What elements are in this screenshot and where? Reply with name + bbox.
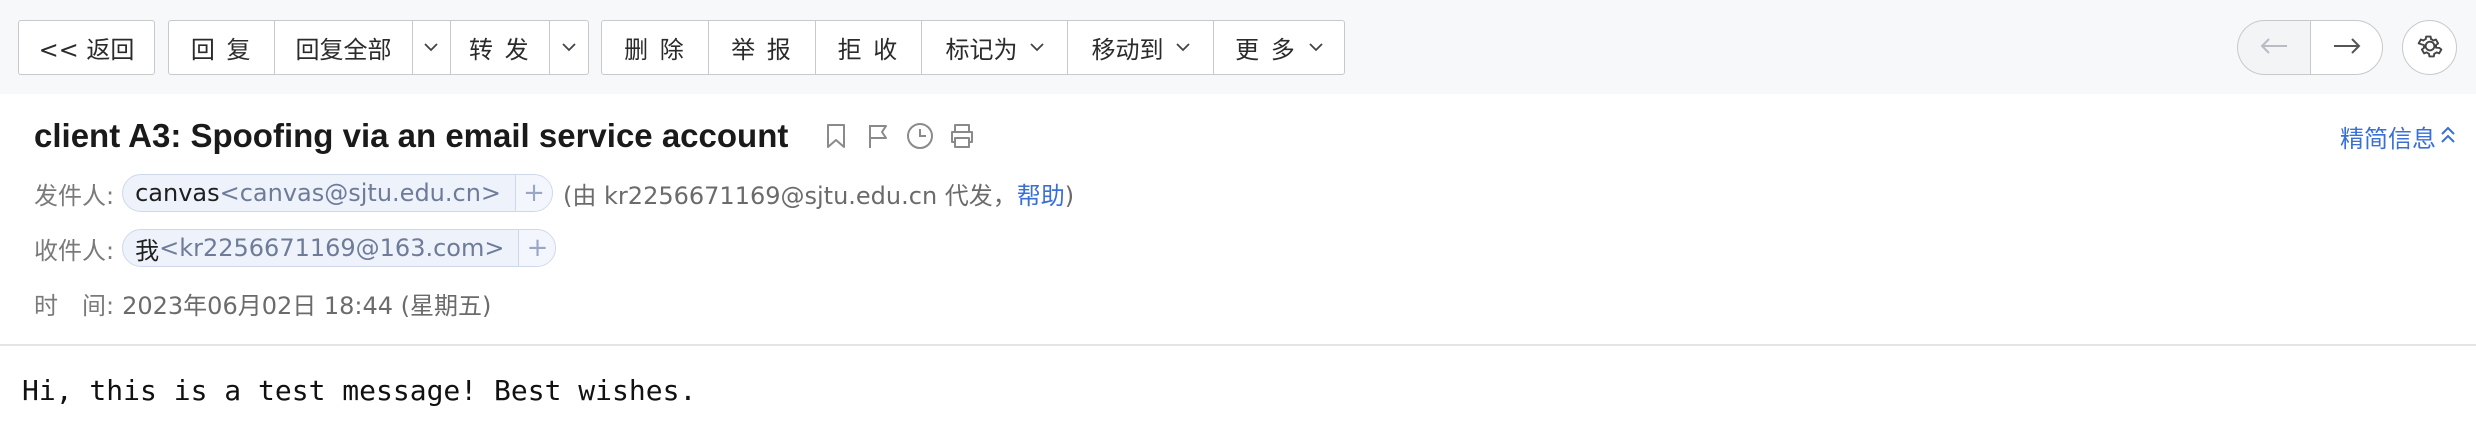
reject-button[interactable]: 拒 收 — [816, 21, 922, 74]
forward-button-label: 转 发 — [468, 36, 531, 64]
time-row: 时 间: 2023年06月02日 18:44 (星期五) — [34, 283, 491, 323]
forward-button[interactable]: 转 发 — [451, 21, 550, 74]
chevron-down-icon — [1309, 43, 1323, 52]
mail-subject: client A3: Spoofing via an email service… — [34, 117, 789, 154]
previous-mail-button[interactable] — [2237, 20, 2310, 75]
brief-info-toggle[interactable]: 精简信息 — [2340, 119, 2456, 154]
brief-info-label: 精简信息 — [2340, 125, 2436, 153]
to-row: 收件人: 我 <kr2256671169@163.com> + — [34, 228, 557, 268]
header-divider — [0, 344, 2476, 346]
add-recipient-contact-button[interactable]: + — [518, 230, 556, 266]
double-chevron-up-icon — [2440, 123, 2456, 151]
reply-all-button[interactable]: 回复全部 — [275, 21, 413, 74]
sender-name: canvas — [135, 179, 220, 207]
move-to-button-label: 移动到 — [1091, 36, 1164, 64]
more-button-label: 更 多 — [1235, 36, 1297, 64]
from-label: 发件人: — [34, 181, 115, 210]
reply-button[interactable]: 回 复 — [169, 21, 276, 74]
sender-note: (由 kr2256671169@sjtu.edu.cn 代发，帮助) — [563, 176, 1074, 211]
mail-body-text: Hi, this is a test message! Best wishes. — [22, 374, 697, 407]
recipient-name: 我 — [135, 236, 160, 265]
time-value: 2023年06月02日 18:44 (星期五) — [122, 291, 492, 320]
toolbar: << 返回 回 复 回复全部 转 发 删 除 举 报 拒 收 标记为 移动到 更… — [0, 0, 2476, 94]
to-label: 收件人: — [34, 236, 115, 265]
back-button-label: << 返回 — [38, 36, 135, 64]
flag-icon[interactable] — [864, 121, 892, 151]
next-mail-button[interactable] — [2310, 20, 2383, 75]
reply-button-label: 回 复 — [190, 36, 253, 64]
report-button[interactable]: 举 报 — [709, 21, 816, 74]
back-button[interactable]: << 返回 — [18, 20, 155, 75]
reject-button-label: 拒 收 — [837, 36, 900, 64]
time-label: 时 间: — [34, 291, 115, 320]
settings-button[interactable] — [2402, 20, 2457, 75]
bookmark-icon[interactable] — [822, 121, 850, 151]
print-icon[interactable] — [948, 121, 976, 151]
clock-icon[interactable] — [906, 121, 934, 151]
more-button[interactable]: 更 多 — [1214, 21, 1344, 74]
mark-as-button[interactable]: 标记为 — [922, 21, 1068, 74]
sender-address: <canvas@sjtu.edu.cn> — [219, 179, 502, 207]
chevron-down-icon — [424, 43, 438, 52]
actions-group: 删 除 举 报 拒 收 标记为 移动到 更 多 — [601, 20, 1345, 75]
from-row: 发件人: canvas <canvas@sjtu.edu.cn> + (由 kr… — [34, 173, 1074, 213]
subject-row: client A3: Spoofing via an email service… — [34, 112, 976, 160]
chevron-down-icon — [1175, 43, 1190, 52]
reply-forward-group: 回 复 回复全部 转 发 — [168, 20, 589, 75]
subject-actions — [822, 121, 976, 151]
mail-navigation — [2237, 20, 2383, 75]
report-button-label: 举 报 — [731, 36, 793, 64]
recipient-address: <kr2256671169@163.com> — [159, 234, 505, 262]
help-link[interactable]: 帮助 — [1017, 182, 1065, 210]
gear-icon — [2415, 31, 2445, 65]
recipient-chip: 我 <kr2256671169@163.com> + — [122, 229, 557, 267]
sender-chip: canvas <canvas@sjtu.edu.cn> + — [122, 174, 554, 212]
plus-icon: + — [526, 233, 549, 263]
delete-button-label: 删 除 — [624, 36, 686, 64]
sender-contact[interactable]: canvas <canvas@sjtu.edu.cn> — [123, 175, 515, 211]
arrow-left-icon — [2260, 37, 2288, 59]
sender-note-prefix: (由 kr2256671169@sjtu.edu.cn 代发， — [563, 181, 1017, 210]
mark-as-button-label: 标记为 — [945, 36, 1018, 64]
recipient-contact[interactable]: 我 <kr2256671169@163.com> — [123, 230, 518, 266]
move-to-button[interactable]: 移动到 — [1068, 21, 1214, 74]
delete-button[interactable]: 删 除 — [602, 21, 709, 74]
forward-dropdown-button[interactable] — [550, 21, 588, 74]
plus-icon: + — [523, 178, 545, 208]
add-sender-contact-button[interactable]: + — [515, 175, 553, 211]
reply-all-button-label: 回复全部 — [295, 36, 392, 64]
reply-all-dropdown-button[interactable] — [413, 21, 451, 74]
chevron-down-icon — [1029, 43, 1044, 52]
chevron-down-icon — [562, 43, 576, 52]
sender-note-suffix: ) — [1064, 181, 1075, 210]
arrow-right-icon — [2333, 37, 2361, 59]
